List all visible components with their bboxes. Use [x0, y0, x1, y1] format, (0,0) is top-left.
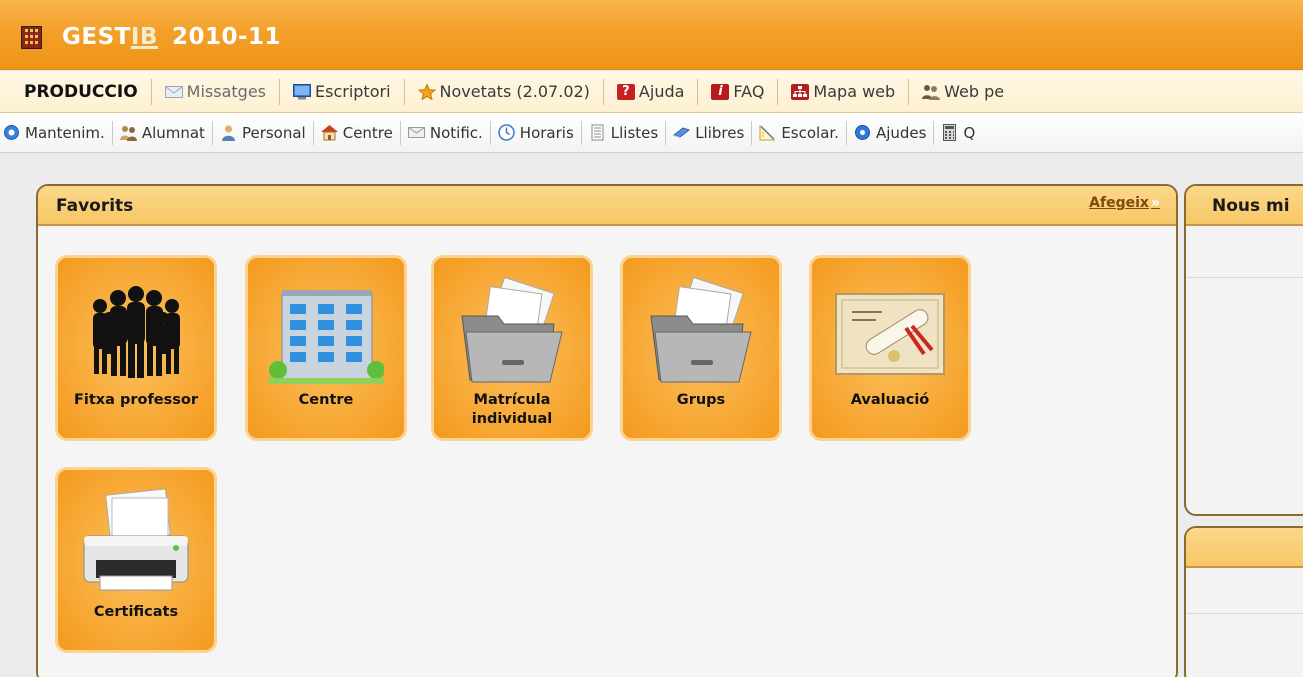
tool-personal-label: Personal	[241, 123, 306, 142]
menu-ajuda[interactable]: ? Ajuda	[604, 78, 699, 105]
news-header: Nous mi	[1186, 186, 1303, 226]
help-icon: ?	[616, 83, 635, 100]
folder-documents-icon	[454, 276, 570, 388]
tool-notific-label: Notific.	[429, 123, 483, 142]
menu-missatges[interactable]: Missatges	[152, 78, 280, 105]
students-icon	[119, 124, 137, 141]
app-title: GESTIB 2010-11	[62, 24, 281, 50]
tile-matricula-individual-label: Matrícula individual	[471, 392, 553, 427]
menu-escriptori-label: Escriptori	[315, 82, 391, 101]
tool-escolar-label: Escolar.	[781, 123, 839, 142]
tile-avaluacio[interactable]: Avaluació	[809, 255, 971, 441]
tool-centre[interactable]: Centre	[314, 120, 401, 145]
tile-certificats[interactable]: Certificats	[55, 467, 217, 653]
favorites-header: Favorits Afegeix»	[38, 186, 1176, 226]
add-favorite-label: Afegeix	[1089, 195, 1149, 211]
tool-escolar[interactable]: Escolar.	[752, 120, 847, 145]
ruler-icon	[759, 124, 776, 141]
favorites-body: Fitxa professor Centre Matrícula individ…	[38, 228, 1176, 677]
app-title-gest: GEST	[62, 24, 131, 50]
favorites-panel: Favorits Afegeix» Fitxa professor Centre…	[36, 184, 1178, 677]
tool-notific[interactable]: Notific.	[401, 120, 491, 145]
secondary-panel-header	[1186, 528, 1303, 568]
menu-escriptori[interactable]: Escriptori	[280, 78, 405, 105]
calculator-icon	[941, 124, 958, 141]
tool-q-label: Q	[963, 123, 976, 142]
menu-novetats[interactable]: Novetats (2.07.02)	[405, 78, 604, 105]
menu-produccio-label: PRODUCCIO	[24, 81, 138, 102]
tool-llistes[interactable]: Llistes	[582, 120, 667, 145]
folder-documents-icon	[643, 276, 759, 388]
building-icon	[268, 276, 385, 388]
tool-horaris-label: Horaris	[519, 123, 574, 142]
globe-icon	[854, 124, 871, 141]
secondary-panel-row	[1186, 570, 1303, 614]
mail-icon	[407, 124, 425, 141]
tool-mantenim-label: Mantenim.	[25, 123, 105, 142]
tool-alumnat[interactable]: Alumnat	[113, 120, 213, 145]
tool-llistes-label: Llistes	[610, 123, 659, 142]
menu-novetats-label: Novetats (2.07.02)	[439, 82, 590, 101]
menu-web-pe[interactable]: Web pe	[909, 79, 1017, 105]
add-favorite-link[interactable]: Afegeix»	[1089, 195, 1160, 211]
menu-missatges-label: Missatges	[186, 82, 266, 101]
staff-icon	[220, 124, 237, 141]
app-header: GESTIB 2010-11	[0, 0, 1303, 70]
news-title: Nous mi	[1212, 196, 1290, 216]
menu-mapa-web[interactable]: Mapa web	[778, 78, 910, 105]
certificate-icon	[832, 276, 948, 388]
home-icon	[320, 124, 338, 141]
tool-mantenim[interactable]: Mantenim.	[0, 120, 113, 145]
people-icon	[922, 84, 941, 100]
secondary-side-panel	[1184, 526, 1303, 677]
menu-web-pe-label: Web pe	[944, 82, 1005, 101]
menu-mapa-web-label: Mapa web	[813, 82, 896, 101]
favorites-title: Favorits	[56, 196, 134, 216]
tile-avaluacio-label: Avaluació	[850, 392, 930, 408]
balearic-shield-logo	[21, 26, 42, 49]
menu-faq[interactable]: i FAQ	[698, 78, 779, 105]
tool-alumnat-label: Alumnat	[141, 123, 205, 142]
tile-matricula-individual[interactable]: Matrícula individual	[431, 255, 593, 441]
list-icon	[589, 124, 606, 141]
tile-fitxa-professor-label: Fitxa professor	[73, 392, 198, 408]
printer-icon	[78, 488, 194, 600]
maintenance-icon	[3, 124, 20, 141]
tile-centre-label: Centre	[298, 392, 354, 408]
envelope-icon	[164, 84, 183, 100]
tool-q[interactable]: Q	[934, 121, 982, 145]
menu-faq-label: FAQ	[733, 82, 765, 101]
menu-ajuda-label: Ajuda	[638, 82, 685, 101]
main-menu-bar: PRODUCCIO Missatges Escriptori Novetats …	[0, 71, 1303, 113]
people-silhouette-icon	[78, 276, 194, 388]
add-favorite-arrow: »	[1150, 195, 1160, 211]
tool-llibres[interactable]: Llibres	[666, 120, 753, 145]
tool-personal[interactable]: Personal	[213, 120, 314, 145]
news-panel: Nous mi	[1184, 184, 1303, 516]
star-icon	[417, 82, 436, 101]
tool-llibres-label: Llibres	[695, 123, 745, 142]
clock-icon	[498, 124, 515, 141]
tile-fitxa-professor[interactable]: Fitxa professor	[55, 255, 217, 441]
info-icon: i	[711, 83, 730, 100]
academic-year: 2010-11	[171, 24, 282, 50]
news-row	[1186, 228, 1303, 278]
module-toolbar: Mantenim. Alumnat Personal Centre Notifi…	[0, 113, 1303, 153]
tile-centre[interactable]: Centre	[245, 255, 407, 441]
tool-centre-label: Centre	[342, 123, 393, 142]
tile-grups-label: Grups	[676, 392, 726, 408]
sitemap-icon	[791, 83, 810, 100]
tile-grups[interactable]: Grups	[620, 255, 782, 441]
menu-produccio[interactable]: PRODUCCIO	[0, 78, 152, 105]
tool-horaris[interactable]: Horaris	[491, 120, 582, 145]
app-title-ib: IB	[130, 24, 158, 50]
tile-certificats-label: Certificats	[93, 604, 179, 620]
desktop-icon	[293, 83, 311, 100]
book-icon	[673, 124, 691, 141]
tool-ajudes[interactable]: Ajudes	[847, 120, 935, 145]
tool-ajudes-label: Ajudes	[875, 123, 927, 142]
